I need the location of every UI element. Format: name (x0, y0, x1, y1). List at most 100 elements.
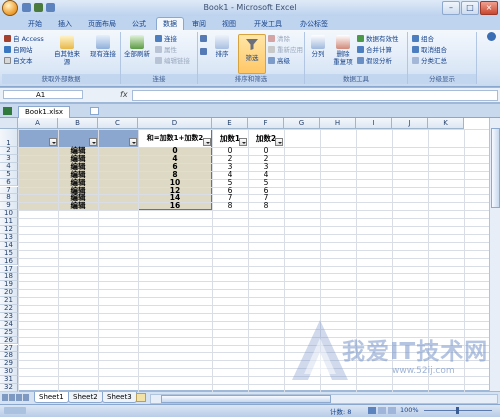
formula-input[interactable] (132, 90, 498, 101)
from-access-button[interactable]: 自 Access (4, 35, 44, 44)
row-header-1[interactable]: 1 (0, 129, 18, 147)
what-if-icon (357, 57, 364, 64)
column-header-d[interactable]: D (138, 118, 212, 129)
last-sheet-arrow-icon[interactable] (23, 394, 29, 401)
sort-button[interactable]: 排序 (210, 34, 234, 72)
watermark-logo-icon (292, 320, 348, 380)
clear-filter-button[interactable]: 清除 (268, 35, 290, 44)
filter-dropdown-c[interactable] (129, 138, 137, 146)
tab-formulas[interactable]: 公式 (126, 18, 152, 30)
advanced-filter-button[interactable]: 高级 (268, 57, 290, 66)
remove-duplicates-icon (336, 35, 350, 49)
doc-tab-book1[interactable]: Book1.xlsx (18, 106, 70, 118)
column-header-f[interactable]: F (248, 118, 284, 129)
maximize-button[interactable]: □ (461, 1, 479, 15)
connections-button[interactable]: 连接 (155, 35, 177, 44)
first-sheet-arrow-icon[interactable] (2, 394, 8, 401)
cell-d9[interactable]: 16 (138, 202, 212, 210)
text-to-columns-button[interactable]: 分列 (307, 34, 329, 72)
cell-f9[interactable]: 8 (248, 202, 284, 210)
columns-icon (311, 35, 325, 49)
prev-sheet-arrow-icon[interactable] (9, 394, 15, 401)
tab-home[interactable]: 开始 (22, 18, 48, 30)
other-sources-icon (60, 35, 74, 49)
column-header-h[interactable]: H (320, 118, 356, 129)
column-header-c[interactable]: C (98, 118, 138, 129)
tab-insert[interactable]: 插入 (52, 18, 78, 30)
vertical-scroll-thumb[interactable] (491, 128, 500, 208)
column-header-k[interactable]: K (428, 118, 464, 129)
minimize-button[interactable]: – (442, 1, 460, 15)
edit-links-button[interactable]: 编辑链接 (155, 57, 190, 66)
normal-view-icon[interactable] (368, 407, 376, 414)
from-web-button[interactable]: 自网站 (4, 46, 33, 55)
column-header-e[interactable]: E (212, 118, 248, 129)
page-break-view-icon[interactable] (388, 407, 396, 414)
column-header-j[interactable]: J (392, 118, 428, 129)
vertical-scrollbar[interactable] (489, 118, 500, 391)
group-outline: 组合 取消组合 分类汇总 分级显示 (408, 32, 477, 84)
text-file-icon (4, 57, 11, 64)
filter-dropdown-e[interactable] (239, 138, 247, 146)
close-button[interactable]: × (480, 1, 498, 15)
tab-view[interactable]: 视图 (216, 18, 242, 30)
ribbon: 自 Access 自网站 自文本 自其他来源 现有连接 获取外部数据 全部刷新 … (0, 30, 500, 87)
tab-page-layout[interactable]: 页面布局 (82, 18, 122, 30)
cell-b9[interactable]: 编辑 (58, 202, 98, 210)
properties-button[interactable]: 属性 (155, 46, 177, 55)
data-validation-button[interactable]: 数据有效性 (357, 35, 399, 44)
fx-icon[interactable]: fx (120, 90, 128, 99)
insert-sheet-icon[interactable] (136, 393, 146, 402)
filter-dropdown-a[interactable] (49, 138, 57, 146)
tab-developer[interactable]: 开发工具 (248, 18, 288, 30)
tab-office-tab[interactable]: 办公标签 (294, 18, 334, 30)
group-rows-button[interactable]: 组合 (412, 35, 434, 44)
grid-col-line (98, 129, 99, 400)
sort-asc-button[interactable] (200, 35, 209, 44)
subtotal-button[interactable]: 分类汇总 (412, 57, 447, 66)
view-buttons (368, 407, 396, 414)
what-if-button[interactable]: 假设分析 (357, 57, 392, 66)
column-header-i[interactable]: I (356, 118, 392, 129)
ungroup-icon (412, 46, 419, 53)
refresh-all-button[interactable]: 全部刷新 (123, 34, 151, 72)
help-icon[interactable] (487, 32, 496, 41)
filter-dropdown-d[interactable] (203, 138, 211, 146)
sheet-tab-3[interactable]: Sheet3 (102, 392, 137, 403)
page-layout-view-icon[interactable] (378, 407, 386, 414)
sheet-tab-bar: Sheet1 Sheet2 Sheet3 (0, 392, 500, 404)
watermark-text: 我爱IT技术网 (342, 339, 489, 365)
horizontal-scroll-thumb[interactable] (161, 395, 331, 403)
consolidate-button[interactable]: 合并计算 (357, 46, 392, 55)
filter-button[interactable]: 筛选 (238, 34, 266, 74)
remove-duplicates-button[interactable]: 删除 重复项 (331, 34, 355, 72)
sort-asc-icon (200, 35, 207, 42)
existing-connections-button[interactable]: 现有连接 (88, 34, 118, 72)
status-bar: 计数: 8 100% (0, 404, 500, 417)
column-header-b[interactable]: B (58, 118, 98, 129)
horizontal-scrollbar[interactable] (150, 394, 498, 404)
next-sheet-arrow-icon[interactable] (16, 394, 22, 401)
tab-data[interactable]: 数据 (156, 17, 184, 31)
tab-review[interactable]: 审阅 (186, 18, 212, 30)
cell-d1-header[interactable]: 和=加数1+加数2 (138, 133, 212, 143)
from-other-sources-button[interactable]: 自其他来源 (52, 34, 82, 72)
zoom-level[interactable]: 100% (400, 406, 419, 414)
select-all-corner[interactable] (0, 118, 18, 129)
sort-desc-button[interactable] (200, 48, 209, 57)
ungroup-button[interactable]: 取消组合 (412, 46, 447, 55)
new-tab-icon[interactable] (90, 107, 99, 115)
column-header-g[interactable]: G (284, 118, 320, 129)
cell-e9[interactable]: 8 (212, 202, 248, 210)
column-header-a[interactable]: A (18, 118, 58, 129)
reapply-button[interactable]: 重新应用 (268, 46, 303, 55)
reapply-icon (268, 46, 275, 53)
edit-links-icon (155, 57, 162, 64)
sheet-tab-2[interactable]: Sheet2 (68, 392, 103, 403)
filter-dropdown-f[interactable] (275, 138, 283, 146)
zoom-slider-thumb[interactable] (456, 407, 459, 414)
name-box[interactable]: A1 (3, 90, 83, 99)
filter-dropdown-b[interactable] (89, 138, 97, 146)
sheet-tab-1[interactable]: Sheet1 (34, 392, 69, 403)
from-text-button[interactable]: 自文本 (4, 57, 33, 66)
